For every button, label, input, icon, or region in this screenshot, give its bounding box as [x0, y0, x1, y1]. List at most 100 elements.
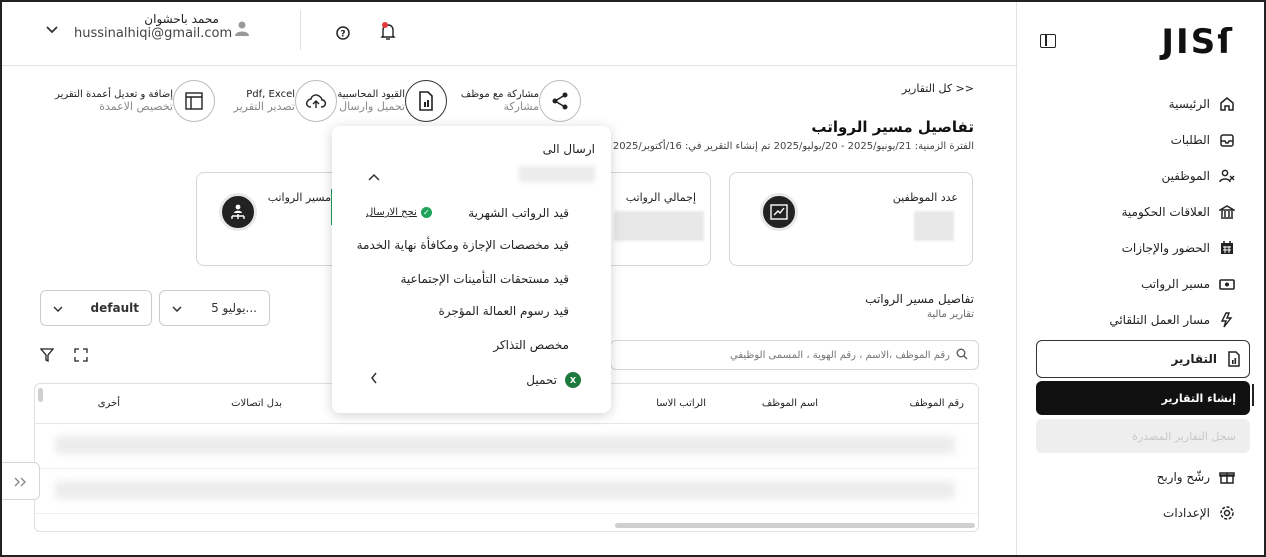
export-label: Pdf, Excel	[246, 89, 295, 100]
column-header[interactable]: اسم الموظف	[762, 398, 818, 409]
vertical-scrollbar[interactable]	[38, 388, 43, 402]
sidebar-item-label: العلاقات الحكومية	[1121, 205, 1211, 219]
share-icon	[539, 80, 581, 122]
card-value-blurred	[914, 211, 954, 241]
top-header: محمد باحشوان hussinalhiqi@gmail.com ?	[2, 2, 1018, 66]
sidebar-item-label: مسير الرواتب	[1140, 277, 1210, 291]
stat-card-employees: عدد الموظفين	[729, 172, 973, 266]
menu-item-social-insurance[interactable]: قيد مستحقات التأمينات الإجتماعية	[400, 272, 569, 286]
table-row[interactable]	[35, 424, 978, 469]
filter-icon[interactable]	[39, 348, 55, 365]
automation-icon	[1218, 311, 1236, 329]
search-input[interactable]	[630, 349, 950, 361]
sidebar-item-label: الرئيسية	[1168, 97, 1210, 111]
download-button[interactable]: X تحميل	[526, 372, 581, 388]
money-icon	[1218, 275, 1236, 293]
section-subtitle: تقارير مالية	[926, 309, 974, 320]
export-report-button[interactable]: Pdf, Excel تصدير التقرير	[234, 80, 344, 122]
sidebar-item-label: الحضور والإجازات	[1121, 241, 1210, 255]
sidebar-subitem-export-history[interactable]: سجل التقارير المصدرة	[1036, 419, 1250, 453]
accounting-entries-button[interactable]: القيود المحاسبية تحميل وارسال	[337, 80, 453, 122]
sidebar-item-employees[interactable]: الموظفين	[1026, 158, 1240, 194]
sidebar-item-label: التقارير	[1171, 352, 1217, 366]
report-period: الفترة الزمنية: 21/يونيو/2025 - 20/يوليو…	[612, 141, 974, 152]
user-email: hussinalhiqi@gmail.com	[74, 26, 233, 41]
sidebar-item-government[interactable]: العلاقات الحكومية	[1026, 194, 1240, 230]
chevron-up-icon[interactable]	[368, 170, 380, 184]
breadcrumb-all-reports[interactable]: << كل التقارير	[902, 82, 974, 95]
inbox-icon	[1218, 131, 1236, 149]
government-icon	[1218, 203, 1236, 221]
column-header[interactable]: بدل اتصالات	[231, 398, 282, 409]
send-success-label: نجح الارسال	[366, 207, 417, 218]
menu-item-tickets[interactable]: مخصص التذاكر	[493, 338, 569, 352]
column-header[interactable]: الراتب الاسا	[656, 398, 706, 409]
sidebar-item-settings[interactable]: الإعدادات	[1026, 495, 1240, 531]
users-icon	[1218, 167, 1236, 185]
svg-text:?: ?	[340, 30, 345, 40]
view-select[interactable]: default	[40, 290, 152, 326]
menu-item-monthly-salaries[interactable]: قيد الرواتب الشهرية	[468, 206, 569, 220]
sidebar-item-reports[interactable]: التقارير	[1036, 340, 1250, 378]
sidebar-item-label: الإعدادات	[1163, 506, 1210, 520]
share-sublabel: مشاركة	[503, 100, 539, 113]
menu-item-leave-eos[interactable]: قيد مخصصات الإجازة ومكافأة نهاية الخدمة	[357, 238, 569, 252]
help-icon[interactable]: ?	[336, 26, 350, 43]
columns-sublabel: تخصيص الاعمدة	[99, 100, 173, 113]
sidebar-item-payroll[interactable]: مسير الرواتب	[1026, 266, 1240, 302]
month-select-value: يوليو 5...	[211, 301, 257, 315]
column-header[interactable]: أخرى	[98, 398, 120, 409]
accounting-entries-dropdown: ارسال الى قيد الرواتب الشهرية ✓ نجح الار…	[332, 126, 611, 413]
fullscreen-icon[interactable]	[74, 348, 88, 365]
chevron-left-icon[interactable]	[370, 372, 378, 388]
customize-columns-button[interactable]: إضافة و تعديل أعمدة التقرير تخصيص الاعمد…	[55, 80, 221, 122]
user-avatar-icon	[234, 20, 250, 39]
user-menu[interactable]: محمد باحشوان hussinalhiqi@gmail.com	[74, 12, 233, 41]
app-logo[interactable]: JISſ	[1161, 22, 1234, 62]
share-label: مشاركة مع موظف	[460, 89, 539, 100]
blurred-row-content	[55, 436, 955, 454]
chevron-down-icon[interactable]	[46, 22, 58, 38]
chevron-down-icon	[172, 302, 182, 315]
expand-sidebar-button[interactable]	[2, 462, 40, 500]
sidebar-item-label: رشّح واربح	[1156, 470, 1210, 484]
export-sublabel: تصدير التقرير	[233, 100, 296, 113]
sidebar-subitem-create-reports[interactable]: إنشاء التقارير	[1036, 381, 1250, 415]
sidebar: JISſ الرئيسية الطلبات الموظفين العلاقات …	[1016, 2, 1264, 555]
user-name: محمد باحشوان	[144, 12, 219, 26]
divider	[300, 10, 301, 50]
sidebar-item-attendance[interactable]: الحضور والإجازات	[1026, 230, 1240, 266]
gift-icon	[1218, 468, 1236, 486]
chevron-down-icon	[53, 302, 63, 315]
table-row[interactable]	[35, 469, 978, 514]
sidebar-item-requests[interactable]: الطلبات	[1026, 122, 1240, 158]
menu-item-leased-labor[interactable]: قيد رسوم العمالة المؤجرة	[439, 304, 570, 318]
settings-icon	[1218, 504, 1236, 522]
share-with-employee-button[interactable]: مشاركة مع موظف مشاركة	[461, 80, 587, 122]
cloud-upload-icon	[295, 80, 337, 122]
sidebar-item-label: الموظفين	[1161, 169, 1210, 183]
view-select-value: default	[90, 301, 139, 315]
trend-chart-icon	[760, 193, 798, 231]
excel-icon: X	[565, 372, 581, 388]
card-title: مسير الرواتب	[267, 191, 331, 204]
horizontal-scrollbar[interactable]	[615, 523, 975, 528]
card-value-blurred	[614, 211, 704, 241]
accounting-sublabel: تحميل وارسال	[339, 100, 405, 113]
calendar-icon	[1218, 239, 1236, 257]
notification-bell-icon[interactable]	[380, 22, 396, 45]
check-circle-icon: ✓	[420, 207, 432, 218]
report-icon	[1225, 350, 1243, 368]
sidebar-nav: الرئيسية الطلبات الموظفين العلاقات الحكو…	[1026, 86, 1254, 531]
sidebar-item-label: الطلبات	[1170, 133, 1210, 147]
collapse-sidebar-icon[interactable]	[1040, 34, 1056, 48]
sidebar-item-automation[interactable]: مسار العمل التلقائي	[1026, 302, 1240, 338]
sidebar-item-referral[interactable]: رشّح واربح	[1026, 459, 1240, 495]
page-title: تفاصيل مسير الرواتب	[811, 118, 974, 136]
column-header[interactable]: رقم الموظف	[909, 398, 964, 409]
employee-search[interactable]	[610, 340, 979, 370]
sidebar-item-home[interactable]: الرئيسية	[1026, 86, 1240, 122]
card-title: إجمالي الرواتب	[625, 191, 696, 204]
recipient-blurred	[519, 166, 595, 182]
month-select[interactable]: يوليو 5...	[159, 290, 270, 326]
